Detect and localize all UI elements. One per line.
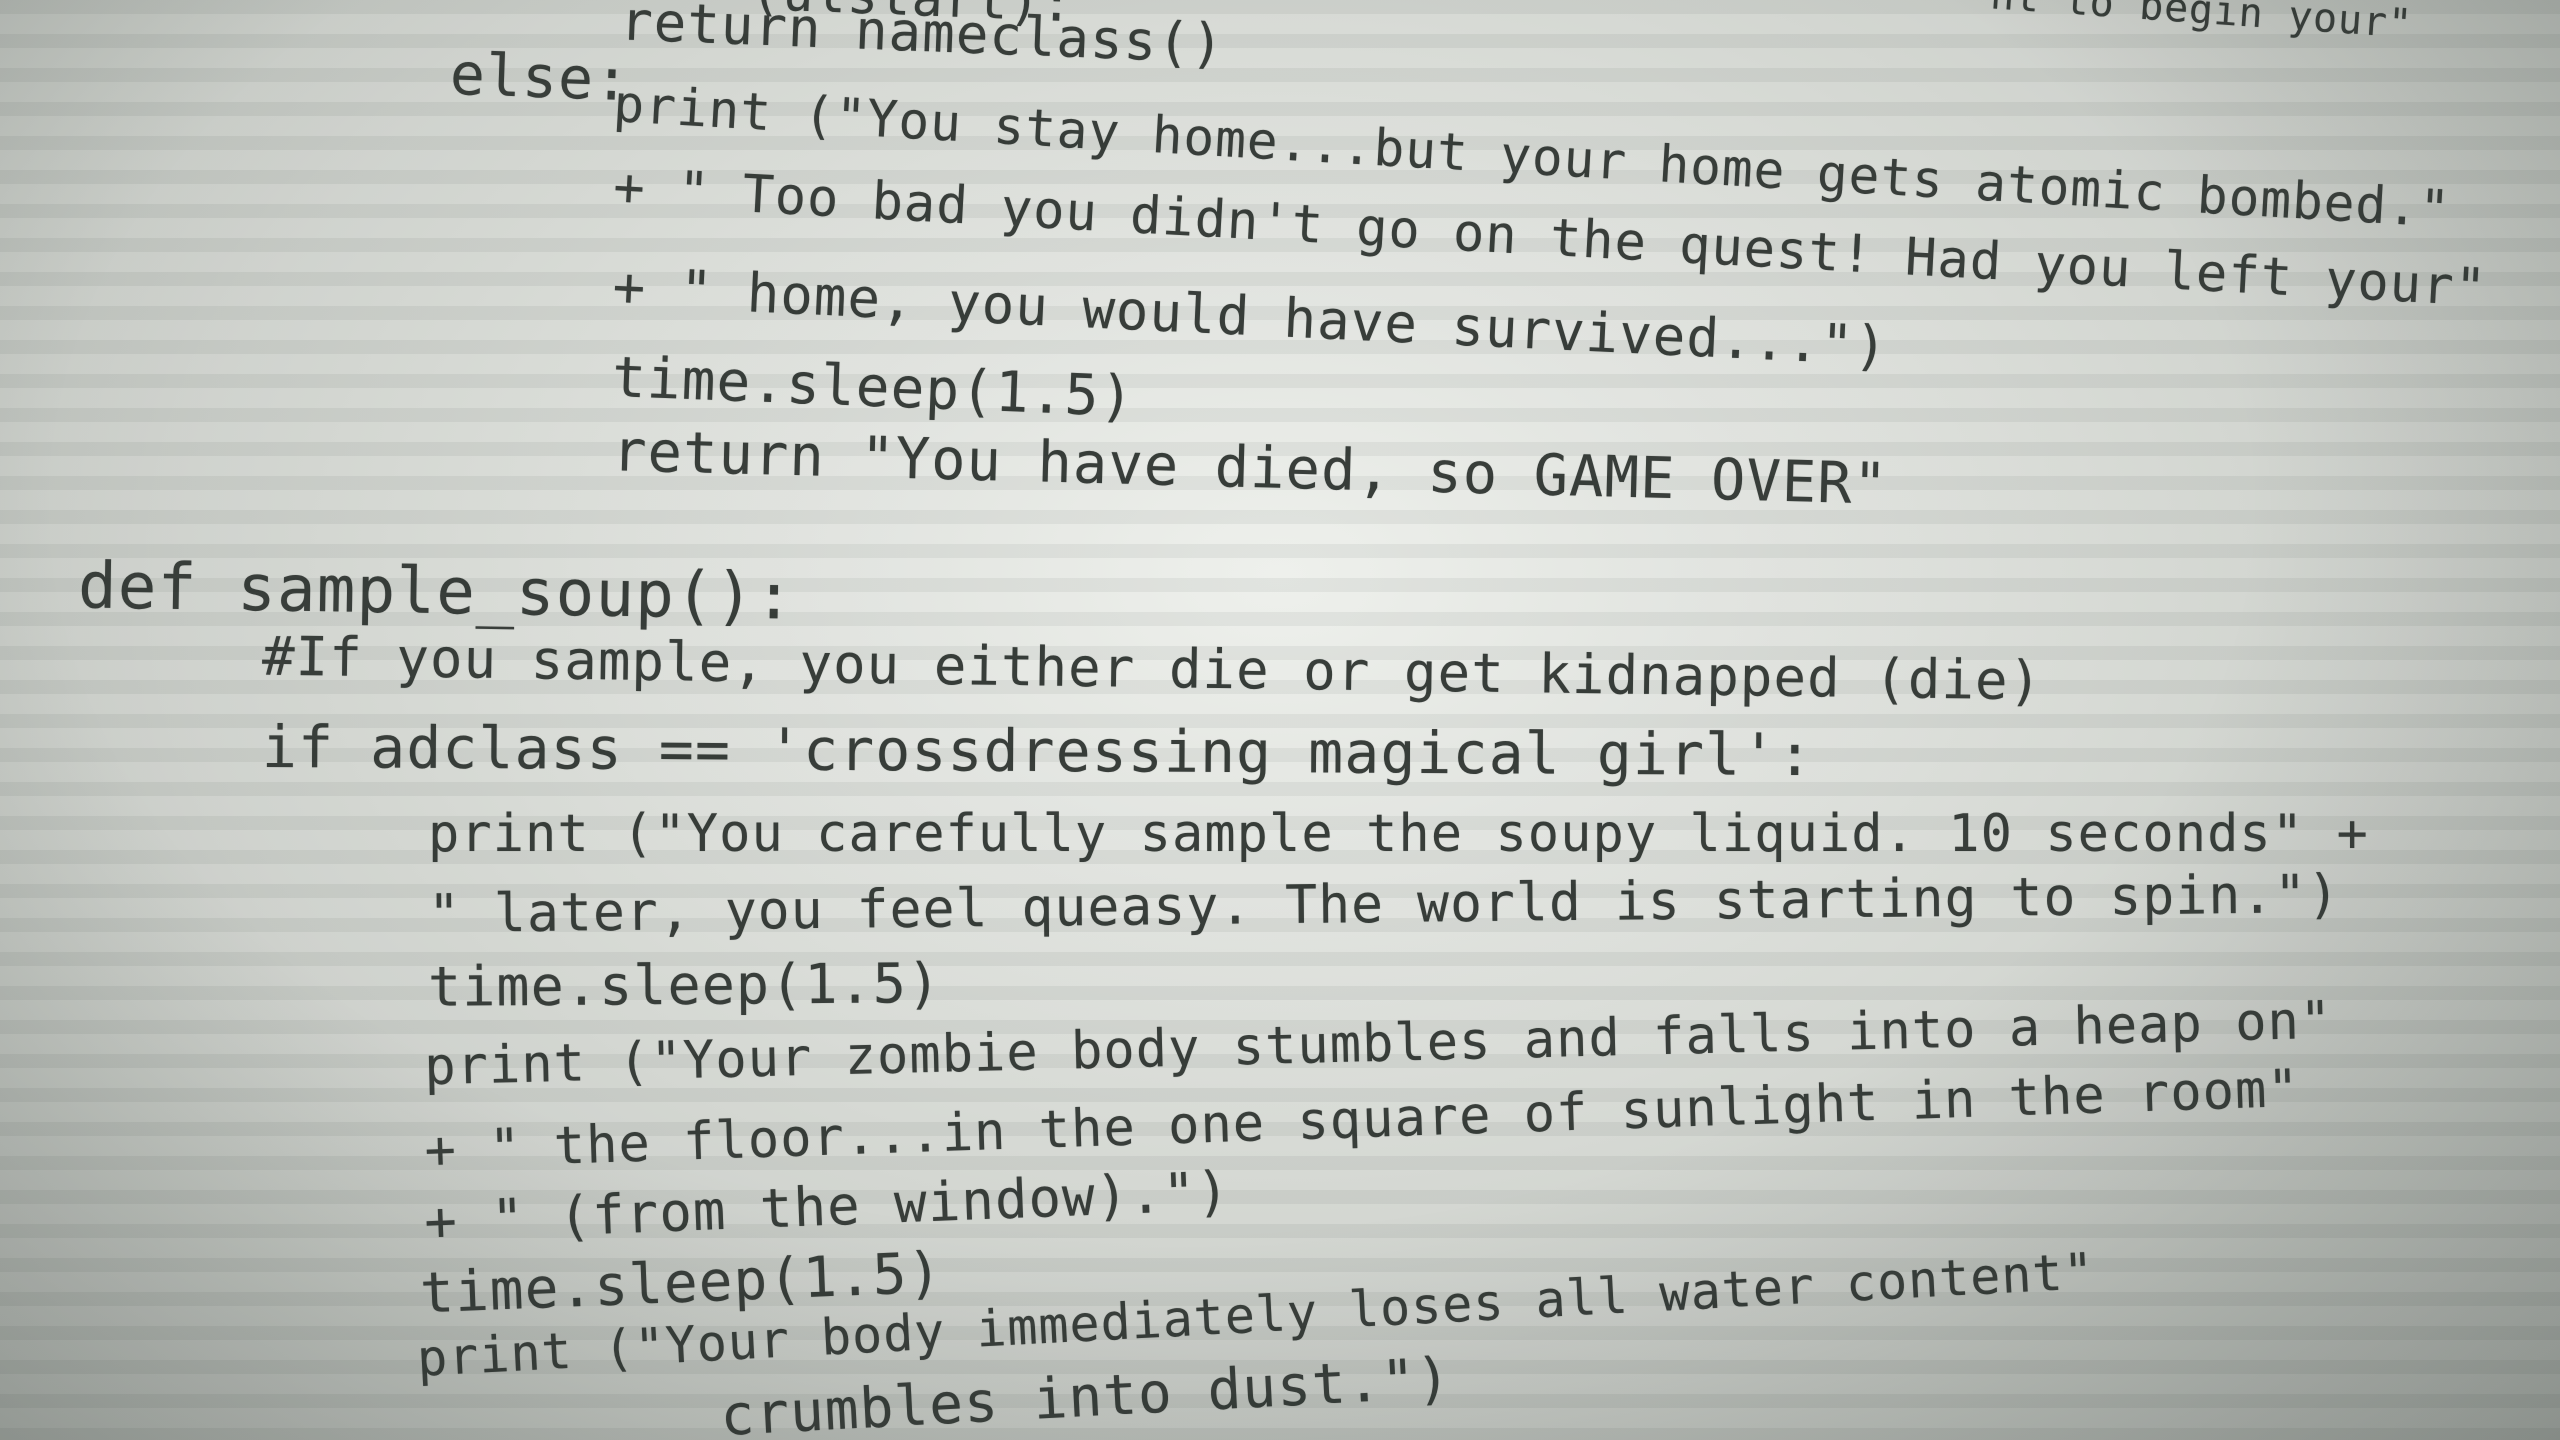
code-line: print ("You carefully sample the soupy l… [428,804,2369,864]
code-line: return "You have died, so GAME OVER" [611,418,1890,518]
code-line: if adclass == 'crossdressing magical gir… [261,712,1814,790]
photo-of-monitor-code: nt to begin your" (ulstart): return name… [0,0,2560,1440]
code-line: return nameclass() [619,0,1226,76]
code-line-def: def sample_soup(): [77,549,796,635]
code-line: else: [448,39,632,115]
code-line: time.sleep(1.5) [427,951,942,1019]
code-line-comment: #If you sample, you either die or get ki… [261,624,2043,713]
code-line: " later, you feel queasy. The world is s… [427,863,2341,946]
code-line: time.sleep(1.5) [610,344,1136,431]
code-line-fragment-top-right: nt to begin your" [1988,0,2415,48]
code-listing: nt to begin your" (ulstart): return name… [0,0,2560,1440]
code-line: + " (from the window).") [423,1159,1232,1254]
